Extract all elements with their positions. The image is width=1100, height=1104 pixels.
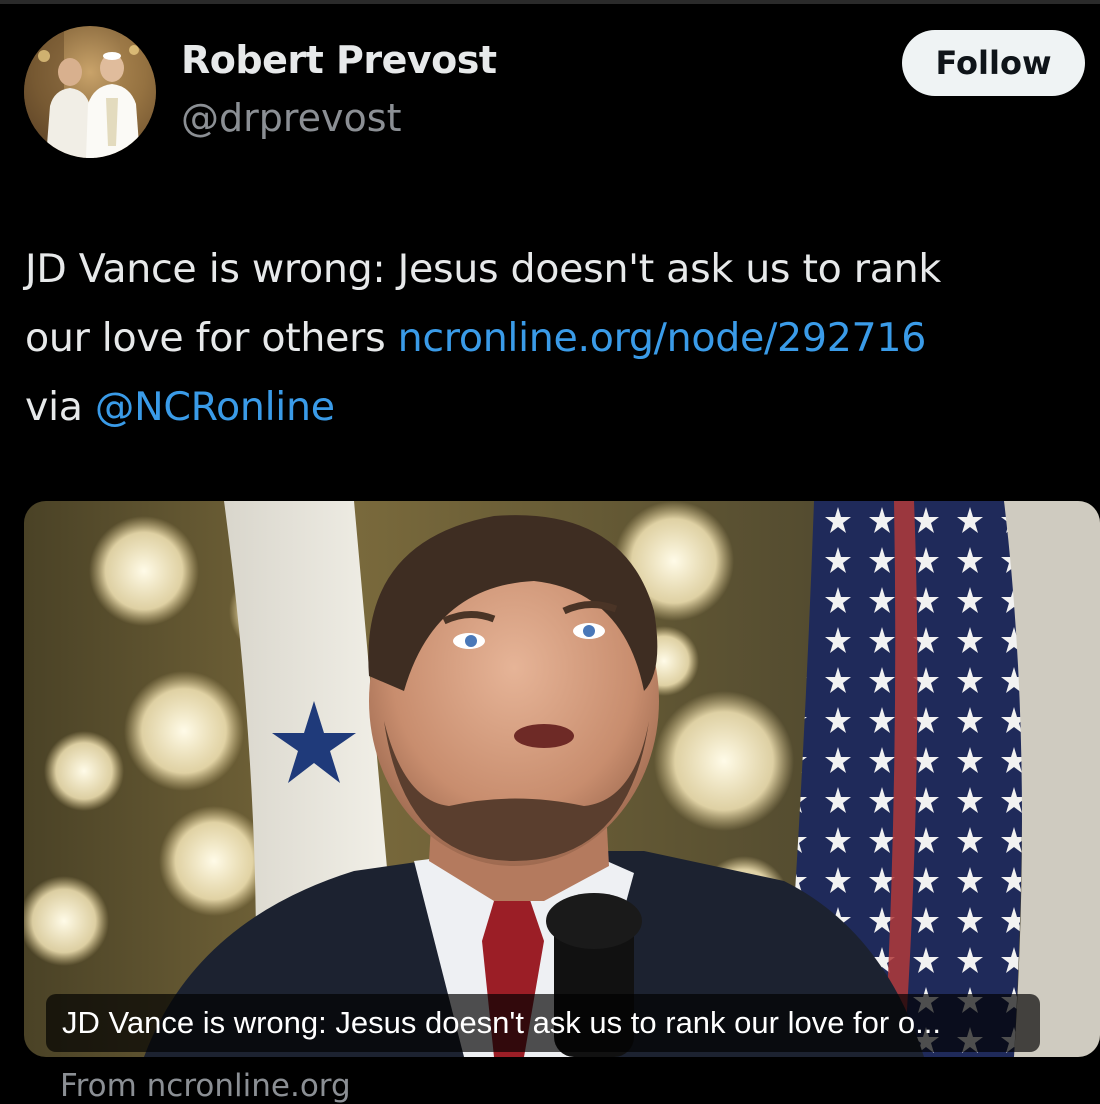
card-source[interactable]: From ncronline.org — [60, 1068, 351, 1104]
tweet-line-2-text: our love for others — [25, 315, 398, 361]
tweet-line-3-text: via — [25, 384, 95, 430]
link-card[interactable] — [24, 501, 1100, 1057]
avatar-photo — [24, 26, 156, 158]
top-divider — [0, 0, 1100, 4]
follow-button[interactable]: Follow — [902, 30, 1085, 96]
tweet-line-3: via @NCRonline — [25, 373, 1100, 442]
card-photo — [24, 501, 1100, 1057]
card-caption: JD Vance is wrong: Jesus doesn't ask us … — [46, 994, 1040, 1052]
tweet-text: JD Vance is wrong: Jesus doesn't ask us … — [25, 235, 1100, 442]
author-handle[interactable]: @drprevost — [181, 96, 401, 140]
tweet-line-2: our love for others ncronline.org/node/2… — [25, 304, 1100, 373]
author-name[interactable]: Robert Prevost — [181, 38, 497, 82]
author-avatar[interactable] — [24, 26, 156, 158]
tweet-line-1: JD Vance is wrong: Jesus doesn't ask us … — [25, 246, 941, 292]
mention-link[interactable]: @NCRonline — [95, 384, 335, 430]
article-link[interactable]: ncronline.org/node/292716 — [398, 315, 927, 361]
